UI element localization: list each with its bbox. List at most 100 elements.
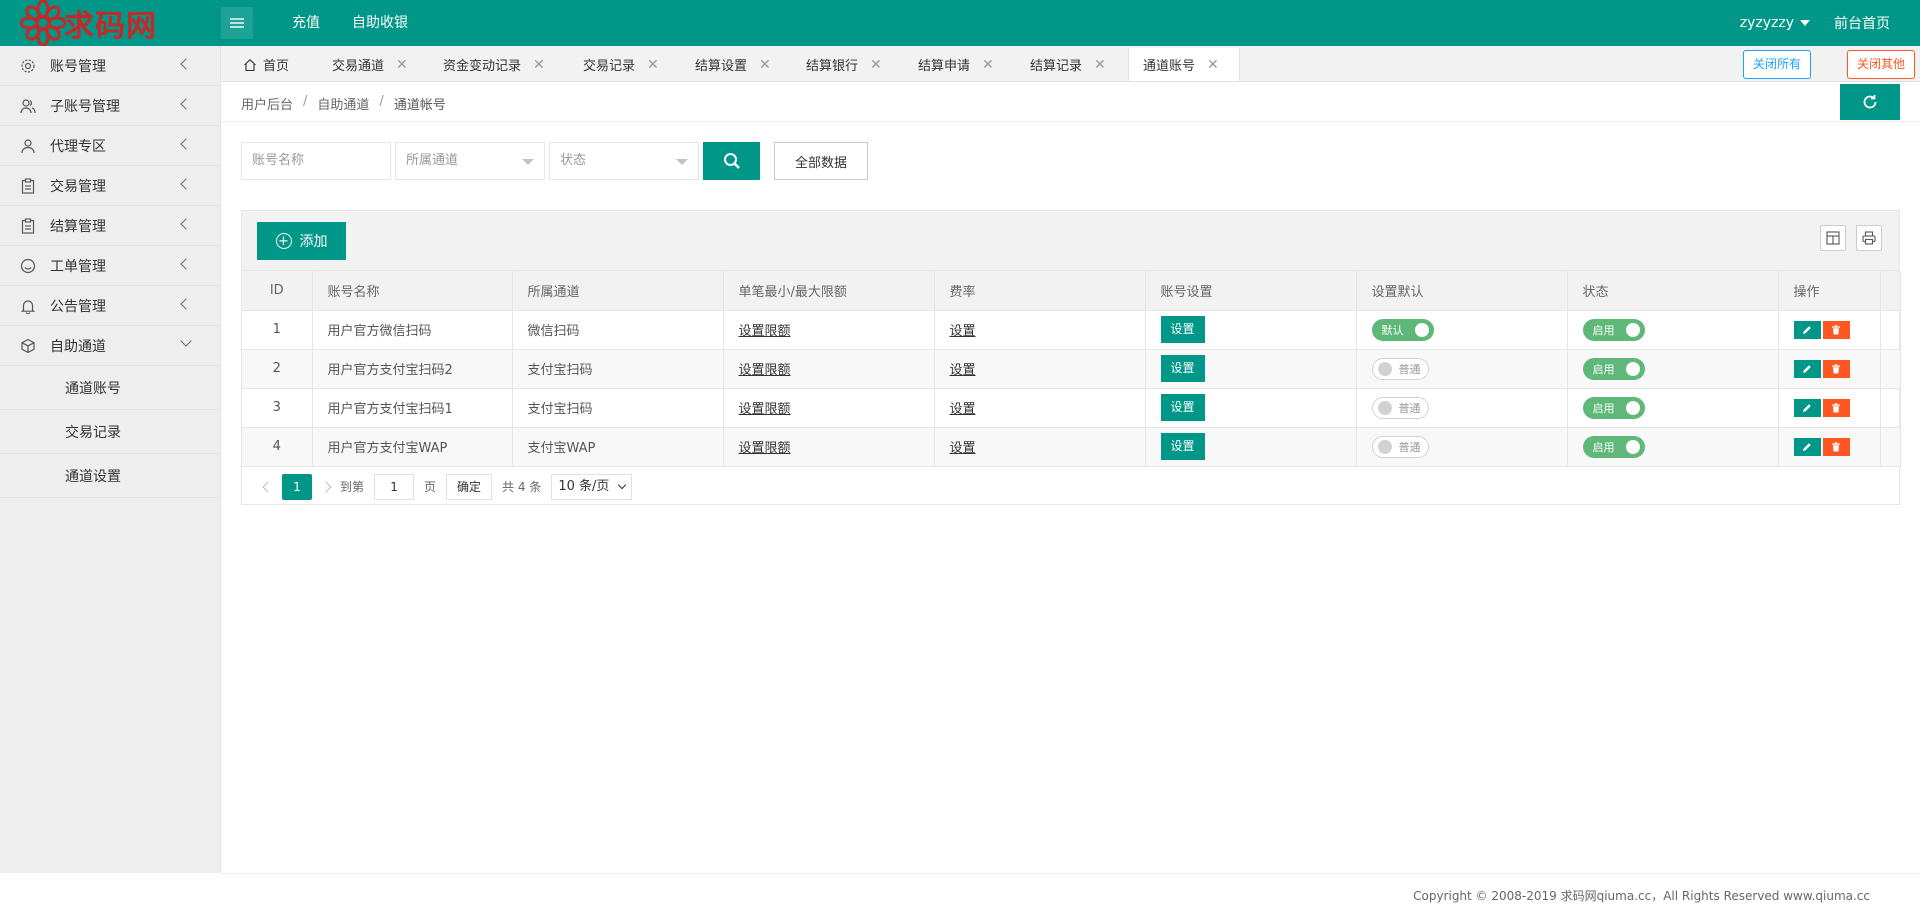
edit-button[interactable] bbox=[1793, 359, 1821, 378]
close-icon[interactable]: ✕ bbox=[870, 57, 882, 73]
status-switch[interactable]: 启用 bbox=[1582, 435, 1645, 458]
nav-self-cashier[interactable]: 自助收银 bbox=[336, 0, 424, 46]
cell-spacer bbox=[1880, 349, 1901, 389]
default-switch[interactable]: 默认 bbox=[1371, 318, 1434, 341]
default-switch[interactable]: 普通 bbox=[1371, 396, 1429, 419]
add-button[interactable]: + 添加 bbox=[257, 222, 346, 260]
close-icon[interactable]: ✕ bbox=[1207, 57, 1219, 73]
tab-settle-record[interactable]: 结算记录 ✕ bbox=[1008, 48, 1106, 81]
table-row[interactable]: 3 用户官方支付宝扫码1 支付宝扫码 设置限额 设置 设置 普通 启用 bbox=[242, 388, 1901, 428]
column-header[interactable]: 操作 bbox=[1778, 271, 1881, 311]
sidebar-item-ticket[interactable]: 工单管理 bbox=[0, 246, 220, 286]
sidebar-subitem-trade-record[interactable]: 交易记录 bbox=[0, 410, 220, 454]
breadcrumb-item[interactable]: 自助通道 bbox=[317, 94, 369, 113]
close-icon[interactable]: ✕ bbox=[647, 57, 659, 73]
edit-button[interactable] bbox=[1793, 320, 1821, 339]
switch-label: 启用 bbox=[1592, 323, 1615, 337]
search-button[interactable] bbox=[703, 142, 760, 180]
page-size-select[interactable]: 10 条/页 bbox=[551, 473, 633, 500]
close-icon[interactable]: ✕ bbox=[396, 57, 408, 73]
tab-channel-account[interactable]: 通道账号 ✕ bbox=[1128, 48, 1240, 81]
menu-icon bbox=[230, 18, 244, 28]
delete-button[interactable] bbox=[1822, 437, 1850, 456]
plus-circle-icon: + bbox=[275, 233, 292, 249]
edit-button[interactable] bbox=[1793, 398, 1821, 417]
account-settings-button[interactable]: 设置 bbox=[1160, 355, 1205, 382]
nav-recharge[interactable]: 充值 bbox=[276, 0, 336, 46]
total-count: 共 4 条 bbox=[502, 480, 542, 494]
next-page-chevron-icon[interactable] bbox=[320, 480, 332, 493]
delete-button[interactable] bbox=[1822, 398, 1850, 417]
channel-select[interactable]: 所属通道 bbox=[395, 142, 545, 180]
close-icon[interactable]: ✕ bbox=[759, 57, 771, 73]
sidebar-item-settlement[interactable]: 结算管理 bbox=[0, 206, 220, 246]
delete-button[interactable] bbox=[1822, 359, 1850, 378]
set-rate-link[interactable]: 设置 bbox=[950, 441, 976, 456]
columns-filter-button[interactable] bbox=[1820, 225, 1846, 251]
close-other-tabs-button[interactable]: 关闭其他 bbox=[1846, 50, 1915, 79]
goto-confirm-button[interactable]: 确定 bbox=[446, 473, 493, 500]
tab-trade-channel[interactable]: 交易通道 ✕ bbox=[310, 48, 408, 81]
table-row[interactable]: 4 用户官方支付宝WAP 支付宝WAP 设置限额 设置 设置 普通 启用 bbox=[242, 427, 1901, 467]
edit-button[interactable] bbox=[1793, 437, 1821, 456]
tab-settle-apply[interactable]: 结算申请 ✕ bbox=[896, 48, 994, 81]
account-settings-button[interactable]: 设置 bbox=[1160, 394, 1205, 421]
sidebar-item-subaccount[interactable]: 子账号管理 bbox=[0, 86, 220, 126]
delete-button[interactable] bbox=[1822, 320, 1850, 339]
close-icon[interactable]: ✕ bbox=[1094, 57, 1106, 73]
default-switch[interactable]: 普通 bbox=[1371, 357, 1429, 380]
account-name-input[interactable]: 账号名称 bbox=[241, 142, 391, 180]
set-limit-link[interactable]: 设置限额 bbox=[739, 402, 791, 417]
close-all-tabs-button[interactable]: 关闭所有 bbox=[1742, 50, 1811, 79]
breadcrumb-item[interactable]: 用户后台 bbox=[241, 94, 293, 113]
tab-fund-change[interactable]: 资金变动记录 ✕ bbox=[421, 48, 545, 81]
column-header[interactable]: 账号设置 bbox=[1145, 271, 1357, 311]
column-header[interactable]: 单笔最小/最大限额 bbox=[723, 271, 935, 311]
table-row[interactable]: 1 用户官方微信扫码 微信扫码 设置限额 设置 设置 默认 启用 bbox=[242, 310, 1901, 350]
set-rate-link[interactable]: 设置 bbox=[950, 402, 976, 417]
page-number-current[interactable]: 1 bbox=[282, 473, 312, 500]
user-menu[interactable]: zyzyzzy bbox=[1740, 15, 1810, 31]
account-settings-button[interactable]: 设置 bbox=[1160, 316, 1205, 343]
all-data-button[interactable]: 全部数据 bbox=[774, 142, 868, 180]
tab-home[interactable]: 首页 bbox=[221, 48, 289, 81]
set-limit-link[interactable]: 设置限额 bbox=[739, 324, 791, 339]
refresh-button[interactable] bbox=[1840, 84, 1900, 120]
tab-settle-bank[interactable]: 结算银行 ✕ bbox=[784, 48, 882, 81]
logo[interactable]: 求码网 bbox=[19, 0, 157, 47]
sidebar-subitem-channel-account[interactable]: 通道账号 bbox=[0, 366, 220, 410]
sidebar-subitem-channel-settings[interactable]: 通道设置 bbox=[0, 454, 220, 498]
status-select[interactable]: 状态 bbox=[549, 142, 699, 180]
status-switch[interactable]: 启用 bbox=[1582, 396, 1645, 419]
set-rate-link[interactable]: 设置 bbox=[950, 363, 976, 378]
tab-settle-settings[interactable]: 结算设置 ✕ bbox=[673, 48, 771, 81]
column-header[interactable]: 所属通道 bbox=[512, 271, 724, 311]
column-header[interactable]: 状态 bbox=[1567, 271, 1779, 311]
status-switch[interactable]: 启用 bbox=[1582, 357, 1645, 380]
column-header[interactable]: 费率 bbox=[934, 271, 1146, 311]
tab-trade-record[interactable]: 交易记录 ✕ bbox=[561, 48, 659, 81]
status-switch[interactable]: 启用 bbox=[1582, 318, 1645, 341]
sidebar-item-self-channel[interactable]: 自助通道 bbox=[0, 326, 220, 366]
prev-page-chevron-icon[interactable] bbox=[262, 480, 274, 493]
column-header[interactable]: 设置默认 bbox=[1356, 271, 1568, 311]
menu-toggle-button[interactable] bbox=[221, 7, 253, 39]
frontend-home-link[interactable]: 前台首页 bbox=[1834, 13, 1890, 33]
set-limit-link[interactable]: 设置限额 bbox=[739, 441, 791, 456]
set-rate-link[interactable]: 设置 bbox=[950, 324, 976, 339]
sidebar-item-notice[interactable]: 公告管理 bbox=[0, 286, 220, 326]
table-row[interactable]: 2 用户官方支付宝扫码2 支付宝扫码 设置限额 设置 设置 普通 启用 bbox=[242, 349, 1901, 389]
sidebar-item-agent[interactable]: 代理专区 bbox=[0, 126, 220, 166]
print-button[interactable] bbox=[1856, 225, 1882, 251]
chevron-left-icon bbox=[180, 298, 192, 310]
column-header[interactable]: 账号名称 bbox=[312, 271, 513, 311]
default-switch[interactable]: 普通 bbox=[1371, 435, 1429, 458]
close-icon[interactable]: ✕ bbox=[982, 57, 994, 73]
sidebar-item-trade[interactable]: 交易管理 bbox=[0, 166, 220, 206]
column-header[interactable]: ID bbox=[242, 271, 313, 311]
goto-page-input[interactable]: 1 bbox=[374, 473, 415, 500]
close-icon[interactable]: ✕ bbox=[533, 57, 545, 73]
sidebar-item-account[interactable]: 账号管理 bbox=[0, 46, 220, 86]
account-settings-button[interactable]: 设置 bbox=[1160, 433, 1205, 460]
set-limit-link[interactable]: 设置限额 bbox=[739, 363, 791, 378]
